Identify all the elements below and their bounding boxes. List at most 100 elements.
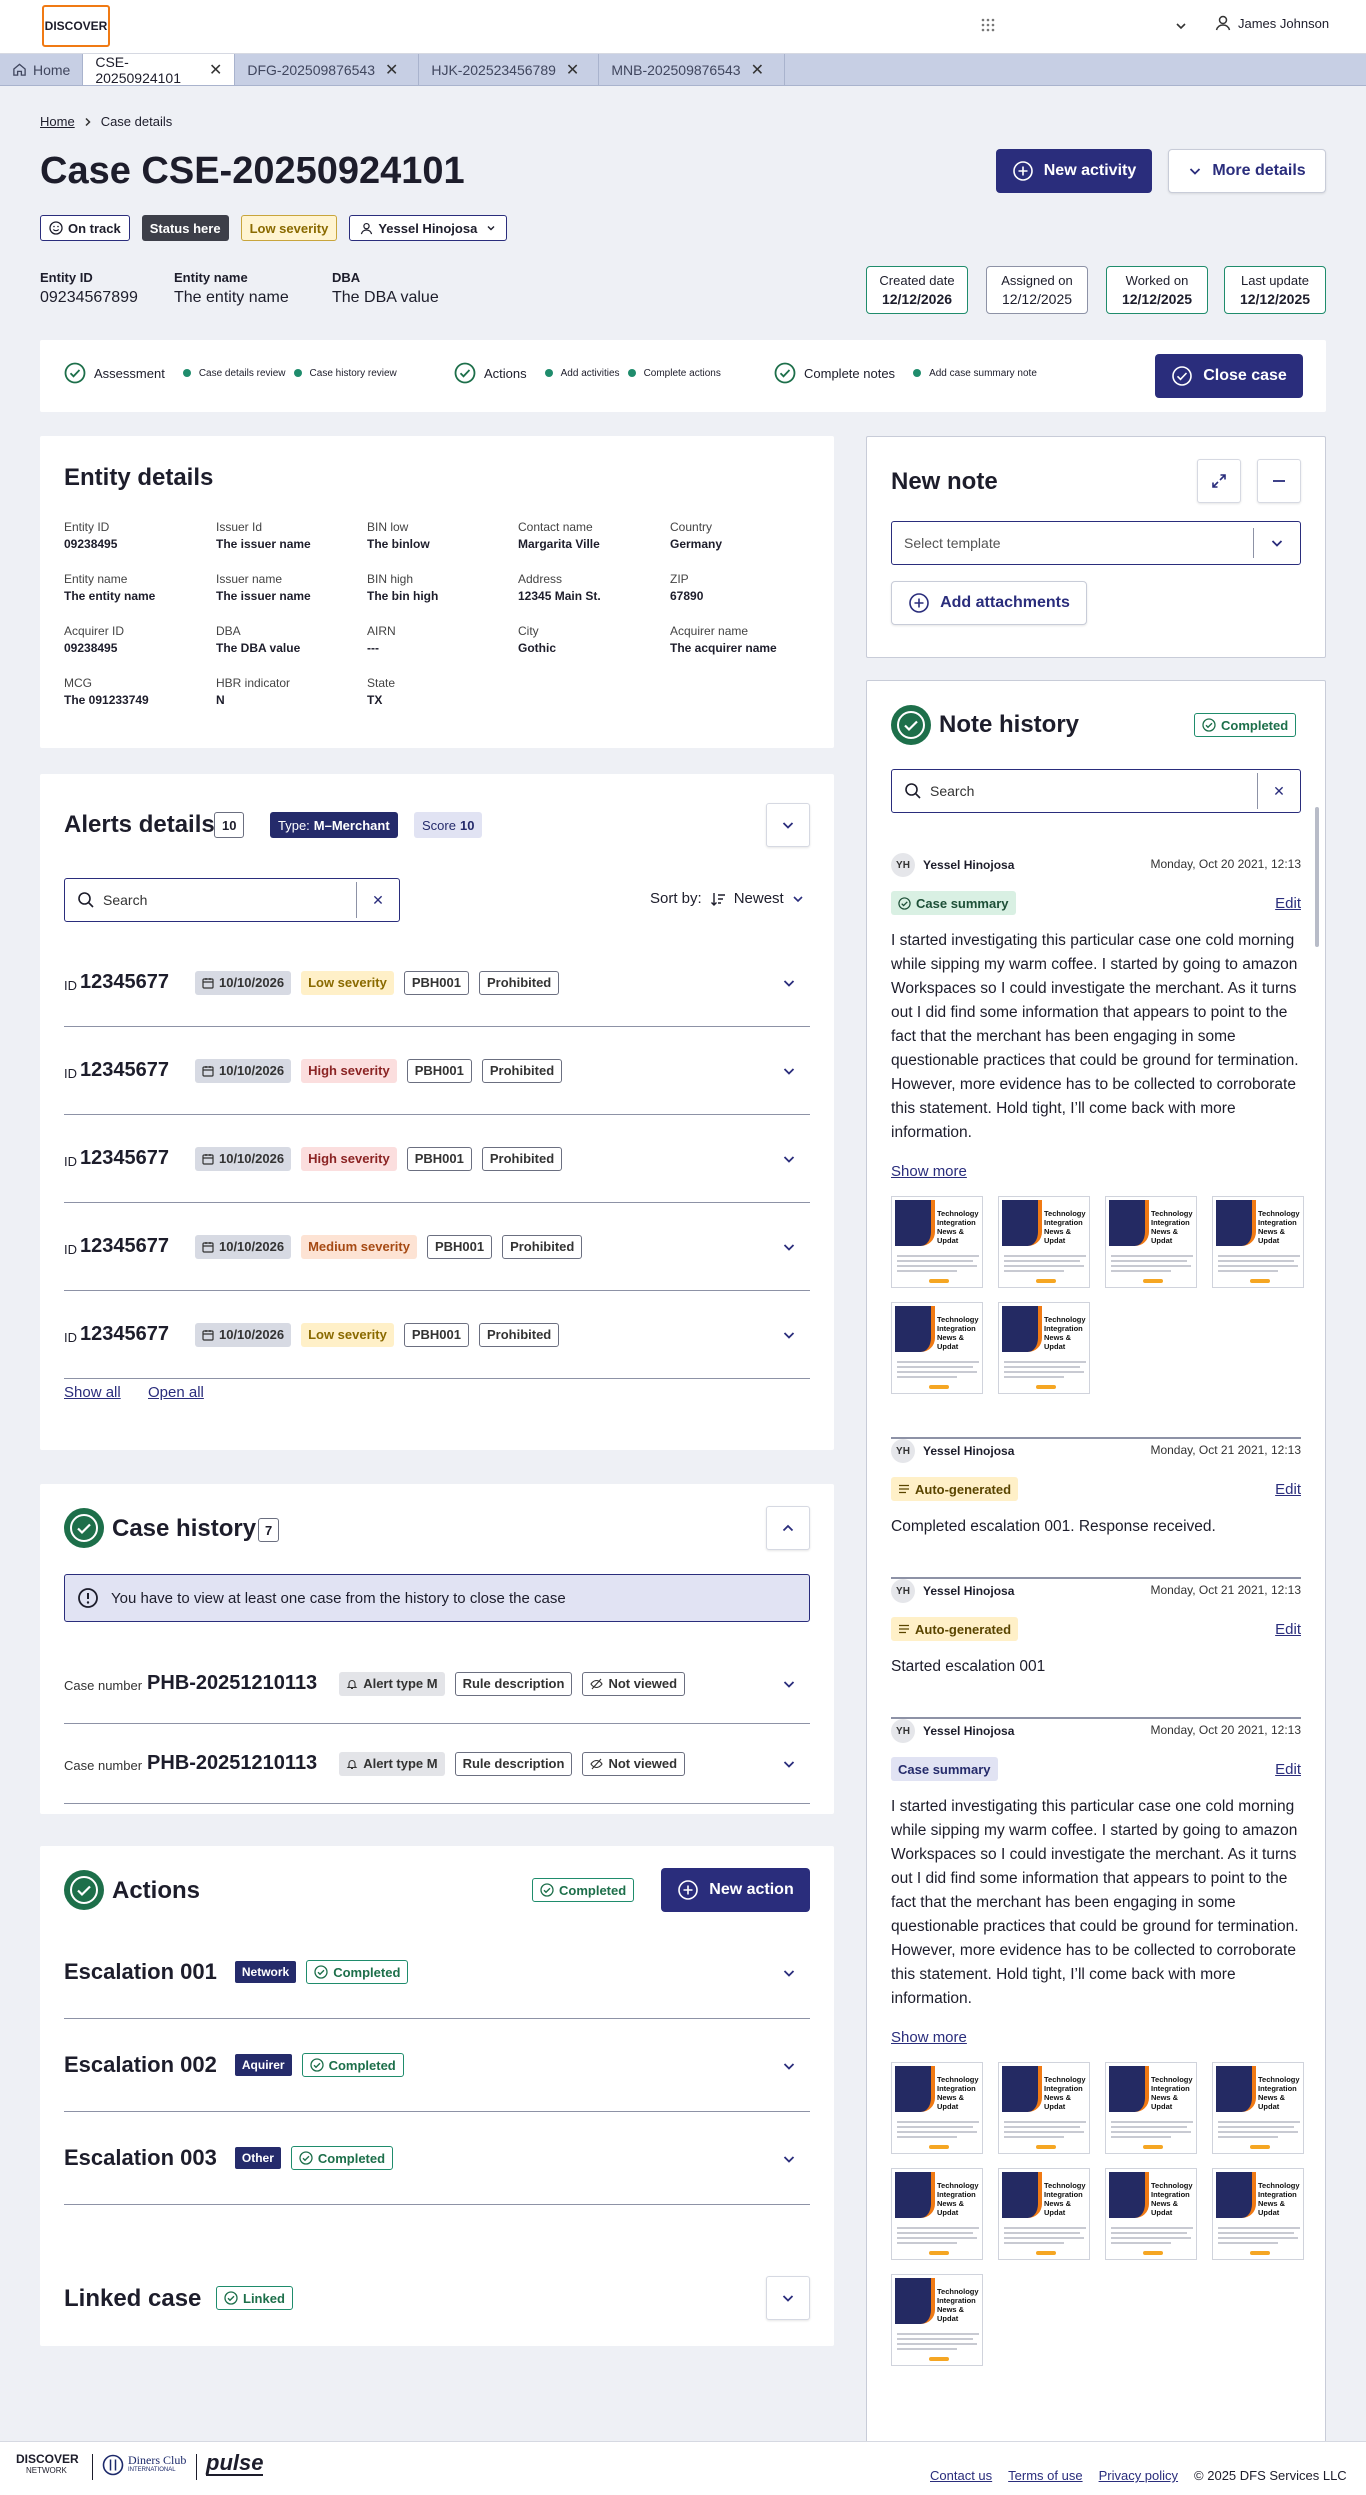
user-menu[interactable]: James Johnson [1214, 14, 1329, 32]
privacy-link[interactable]: Privacy policy [1099, 2468, 1178, 2483]
close-icon[interactable]: ✕ [751, 60, 764, 80]
attachment-thumbnail[interactable]: Technology Integration News & Updat [1212, 1196, 1304, 1288]
attachment-thumbnail[interactable]: Technology Integration News & Updat [998, 1302, 1090, 1394]
attachment-thumbnail[interactable]: Technology Integration News & Updat [1105, 1196, 1197, 1288]
clear-icon[interactable]: ✕ [357, 892, 399, 909]
tab-case[interactable]: CSE-20250924101 ✕ [83, 54, 236, 86]
search-icon [77, 891, 95, 909]
pill-text: Not viewed [608, 1756, 678, 1771]
expand-button[interactable] [1197, 459, 1241, 503]
show-more-link[interactable]: Show more [891, 1163, 1301, 1180]
tab-case[interactable]: HJK-202523456789 ✕ [419, 54, 600, 85]
attachment-thumbnail[interactable]: Technology Integration News & Updat [1105, 2062, 1197, 2154]
attachment-thumbnail[interactable]: Technology Integration News & Updat [891, 2062, 983, 2154]
alert-row[interactable]: ID 12345677 10/10/2026 High severity PBH001 P… [64, 1115, 810, 1203]
new-action-button[interactable]: New action [661, 1868, 810, 1912]
info-entity-id: Entity ID 09234567899 [40, 270, 144, 307]
alerts-search-field[interactable]: Search ✕ [64, 878, 400, 922]
attachment-thumbnail[interactable]: Technology Integration News & Updat [1105, 2168, 1197, 2260]
discover-logo[interactable]: DISCOVER [42, 5, 110, 47]
edit-link[interactable]: Edit [1275, 895, 1301, 912]
chevron-down-icon[interactable] [782, 1152, 796, 1166]
field-value: 09238495 [64, 537, 118, 551]
date-value: 12/12/2026 [881, 291, 953, 307]
chevron-down-icon[interactable] [1175, 20, 1187, 32]
add-attachments-button[interactable]: Add attachments [891, 581, 1087, 625]
close-icon[interactable]: ✕ [209, 60, 222, 80]
attachment-thumbnail[interactable]: Technology Integration News & Updat [1212, 2062, 1304, 2154]
alert-id: 12345677 [80, 1235, 169, 1257]
chevron-down-icon[interactable] [782, 1757, 796, 1771]
thumb-title: Technology Integration News & Updat [1258, 2181, 1300, 2217]
chevron-down-icon[interactable] [782, 1966, 796, 1980]
tab-case[interactable]: DFG-202509876543 ✕ [235, 54, 420, 85]
alert-row[interactable]: ID 12345677 10/10/2026 Low severity PBH001 Pr… [64, 939, 810, 1027]
open-all-link[interactable]: Open all [148, 1384, 204, 1401]
close-icon[interactable]: ✕ [385, 60, 398, 80]
entity-field: Contact name Margarita Ville [518, 520, 600, 551]
linked-expand-button[interactable] [766, 2276, 810, 2320]
close-case-button[interactable]: Close case [1155, 354, 1303, 398]
tab-home[interactable]: Home [0, 54, 84, 85]
attachment-thumbnail[interactable]: Technology Integration News & Updat [891, 1302, 983, 1394]
attachment-thumbnail[interactable]: Technology Integration News & Updat [891, 1196, 983, 1288]
attachment-thumbnail[interactable]: Technology Integration News & Updat [891, 2168, 983, 2260]
show-all-link[interactable]: Show all [64, 1384, 121, 1401]
contact-us-link[interactable]: Contact us [930, 2468, 992, 2483]
search-input[interactable]: Search [103, 892, 356, 908]
assignee-dropdown[interactable]: Yessel Hinojosa [349, 215, 508, 241]
show-more-link[interactable]: Show more [891, 2029, 1301, 2046]
escalation-row[interactable]: Escalation 002 Aquirer Completed [64, 2019, 810, 2112]
apps-grid-icon[interactable] [980, 17, 996, 33]
history-collapse-button[interactable] [766, 1506, 810, 1550]
search-input[interactable]: Search [930, 783, 1257, 799]
calendar-icon [202, 1241, 214, 1253]
breadcrumb-home-link[interactable]: Home [40, 114, 75, 129]
chevron-down-icon[interactable] [782, 1064, 796, 1078]
attachment-thumbnail[interactable]: Technology Integration News & Updat [891, 2274, 983, 2366]
template-select[interactable]: Select template [891, 521, 1301, 565]
footer: DISCOVER NETWORK Diners Club INTERNATIONA… [0, 2441, 1366, 2495]
close-icon[interactable]: ✕ [566, 60, 579, 80]
history-row[interactable]: Case number PHB-20251210113 Alert type M Ru… [64, 1644, 810, 1724]
sort-control[interactable]: Sort by: Newest [650, 890, 804, 907]
alert-row[interactable]: ID 12345677 10/10/2026 Medium severity PBH00… [64, 1203, 810, 1291]
chevron-down-icon[interactable] [782, 1240, 796, 1254]
chevron-down-icon[interactable] [782, 2059, 796, 2073]
field-value: 67890 [670, 589, 704, 603]
chevron-down-icon[interactable] [782, 976, 796, 990]
note-tag-row: Case summary [891, 1757, 1301, 1781]
chevron-down-icon[interactable] [782, 1328, 796, 1342]
chevron-down-icon[interactable] [782, 1677, 796, 1691]
new-activity-button[interactable]: New activity [996, 149, 1152, 193]
more-details-button[interactable]: More details [1168, 149, 1326, 193]
alert-row[interactable]: ID 12345677 10/10/2026 Low severity PBH001 Pr… [64, 1291, 810, 1379]
edit-link[interactable]: Edit [1275, 1481, 1301, 1498]
thumb-title: Technology Integration News & Updat [1258, 1209, 1300, 1245]
notes-search-field[interactable]: Search ✕ [891, 769, 1301, 813]
chevron-down-icon [792, 893, 804, 905]
alerts-collapse-button[interactable] [766, 803, 810, 847]
calendar-icon [202, 1329, 214, 1341]
edit-link[interactable]: Edit [1275, 1761, 1301, 1778]
check-circle-icon [774, 362, 796, 384]
alert-row[interactable]: ID 12345677 10/10/2026 High severity PBH001 P… [64, 1027, 810, 1115]
chevron-down-icon[interactable] [782, 2152, 796, 2166]
scrollbar[interactable] [1315, 807, 1319, 947]
field-label: AIRN [367, 624, 396, 638]
attachment-thumbnail[interactable]: Technology Integration News & Updat [998, 2168, 1090, 2260]
escalation-row[interactable]: Escalation 001 Network Completed [64, 1926, 810, 2019]
diners-circle-icon [102, 2454, 124, 2476]
attachment-thumbnail[interactable]: Technology Integration News & Updat [1212, 2168, 1304, 2260]
history-row[interactable]: Case number PHB-20251210113 Alert type M Ru… [64, 1724, 810, 1804]
clear-icon[interactable]: ✕ [1258, 783, 1300, 800]
minimize-button[interactable] [1257, 459, 1301, 503]
tab-label: HJK-202523456789 [431, 61, 556, 78]
tab-case[interactable]: MNB-202509876543 ✕ [599, 54, 786, 85]
escalation-row[interactable]: Escalation 003 Other Completed [64, 2112, 810, 2205]
edit-link[interactable]: Edit [1275, 1621, 1301, 1638]
attachment-thumbnail[interactable]: Technology Integration News & Updat [998, 2062, 1090, 2154]
section-title: Entity details [64, 464, 214, 491]
attachment-thumbnail[interactable]: Technology Integration News & Updat [998, 1196, 1090, 1288]
terms-link[interactable]: Terms of use [1008, 2468, 1082, 2483]
